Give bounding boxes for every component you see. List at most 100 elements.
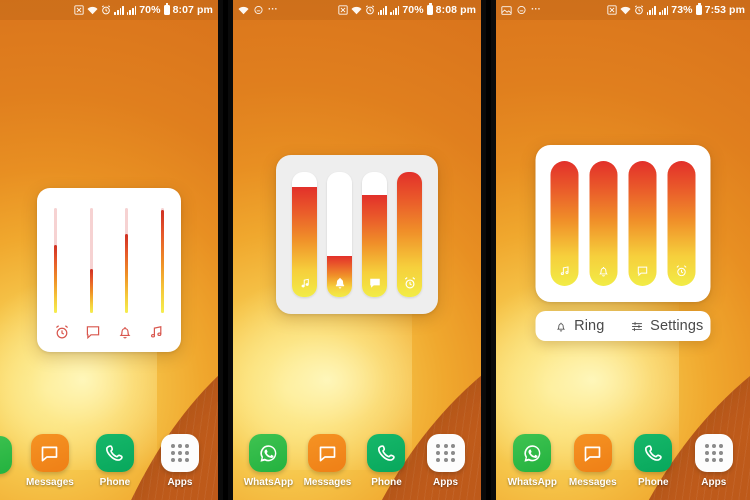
dock-app-apps[interactable]: Apps xyxy=(422,434,470,488)
apps-grid-icon xyxy=(160,434,199,472)
more-icon: ··· xyxy=(267,4,278,16)
dock-label: Apps xyxy=(433,477,458,488)
dock-1: Messages Phone Apps xyxy=(0,434,218,488)
bell-icon xyxy=(554,320,567,333)
alarm-clock-icon xyxy=(397,276,422,290)
dock-label: WhatsApp xyxy=(243,477,294,488)
status-bar-1: 70% 8:07 pm xyxy=(0,0,218,20)
battery-percent-2: 70% xyxy=(402,4,424,16)
volume-slider-notification[interactable] xyxy=(628,161,657,286)
volume-slider-ringtone[interactable] xyxy=(327,172,352,297)
signal-bars-sim2 xyxy=(126,5,137,15)
settings-button[interactable]: Settings xyxy=(623,318,711,334)
ring-button[interactable]: Ring xyxy=(536,318,624,334)
message-icon xyxy=(30,434,69,472)
screenshot-root: 70% 8:07 pm Messages Phone Apps ··· 70% … xyxy=(0,0,750,500)
volume-slider-notification[interactable] xyxy=(362,172,387,297)
clock-2: 8:08 pm xyxy=(435,4,477,16)
phone-screen-2: ··· 70% 8:08 pm WhatsApp Messages Phone … xyxy=(232,0,482,500)
apps-grid-icon xyxy=(694,434,733,472)
wifi-icon xyxy=(351,6,362,15)
wifi-icon xyxy=(87,6,99,15)
dock-app-apps[interactable]: Apps xyxy=(690,434,738,488)
dock-app-phone[interactable]: Phone xyxy=(362,434,410,488)
bell-icon[interactable] xyxy=(117,324,133,340)
volume-slider-ringtone[interactable] xyxy=(589,161,618,286)
dock-label: Phone xyxy=(371,477,402,488)
phone-icon xyxy=(634,434,673,472)
dock-label: WhatsApp xyxy=(507,477,558,488)
whatsapp-icon xyxy=(249,434,288,472)
alarm-icon xyxy=(365,5,375,15)
slider-icon-row-1 xyxy=(54,324,164,340)
volume-slider-alarm[interactable] xyxy=(667,161,696,286)
signal-bars-sim2 xyxy=(389,5,400,15)
volume-slider-music[interactable] xyxy=(550,161,579,286)
message-icon xyxy=(629,264,657,278)
message-icon xyxy=(362,276,387,290)
wifi-icon xyxy=(620,6,631,15)
alarm-clock-icon[interactable] xyxy=(54,324,70,340)
volume-panel-1[interactable] xyxy=(36,188,181,352)
dock-label: Phone xyxy=(99,477,131,488)
volume-card-2 xyxy=(276,155,438,314)
ring-label: Ring xyxy=(574,318,605,334)
clock-3: 7:53 pm xyxy=(704,4,746,16)
status-left-3: ··· xyxy=(501,5,606,15)
dock-label: Phone xyxy=(637,477,669,488)
bell-icon xyxy=(327,276,352,290)
bell-icon xyxy=(590,264,618,278)
volume-panel-2[interactable] xyxy=(276,155,438,314)
phone-screen-3: ··· 73% 7:53 pm Ring Settings WhatsApp M… xyxy=(496,0,750,500)
music-note-icon xyxy=(551,264,579,278)
dock-label: Apps xyxy=(167,477,193,488)
nfc-icon xyxy=(74,5,85,15)
cloud-icon xyxy=(253,5,264,15)
dock-app-messages[interactable]: Messages xyxy=(569,434,617,488)
panel-divider-1 xyxy=(222,0,228,500)
alarm-clock-icon xyxy=(668,264,696,278)
status-right-1: 70% 8:07 pm xyxy=(74,3,213,16)
slider-row-1 xyxy=(53,208,164,313)
dock-app-messages[interactable]: Messages xyxy=(303,434,351,488)
dock-3: WhatsApp Messages Phone Apps xyxy=(496,434,750,488)
slider-fill xyxy=(160,210,164,313)
dock-2: WhatsApp Messages Phone Apps xyxy=(233,434,481,488)
volume-slider-notification[interactable] xyxy=(125,208,129,313)
dock-app-phone[interactable]: Phone xyxy=(629,434,677,488)
status-right-2: 70% 8:08 pm xyxy=(337,3,477,16)
signal-bars-sim1 xyxy=(646,5,656,15)
volume-slider-music[interactable] xyxy=(292,172,317,297)
battery-icon-1 xyxy=(163,3,170,15)
alarm-icon xyxy=(101,5,111,15)
message-icon xyxy=(573,434,612,472)
phone-screen-1: 70% 8:07 pm Messages Phone Apps xyxy=(0,0,218,500)
volume-actions-bar: Ring Settings xyxy=(535,311,711,341)
dock-app-messages[interactable]: Messages xyxy=(26,434,74,488)
dock-app-whatsapp[interactable]: WhatsApp xyxy=(507,434,558,488)
phone-icon xyxy=(95,434,134,472)
music-note-icon[interactable] xyxy=(148,324,164,340)
message-icon[interactable] xyxy=(85,324,101,340)
dock-app-whatsapp[interactable]: WhatsApp xyxy=(243,434,294,488)
volume-panel-3[interactable]: Ring Settings xyxy=(535,145,711,341)
phone-icon xyxy=(367,434,406,472)
dock-app-apps[interactable]: Apps xyxy=(156,434,204,488)
volume-slider-alarm[interactable] xyxy=(397,172,422,297)
image-icon xyxy=(501,5,512,15)
volume-card-1 xyxy=(36,188,181,352)
settings-label: Settings xyxy=(650,318,704,334)
more-icon: ··· xyxy=(531,4,541,16)
volume-slider-media[interactable] xyxy=(89,208,93,313)
dock-label: Apps xyxy=(701,477,727,488)
dock-app-phone[interactable]: Phone xyxy=(91,434,139,488)
battery-percent-3: 73% xyxy=(671,4,693,16)
volume-slider-alarm[interactable] xyxy=(53,208,57,313)
dock-label: Messages xyxy=(303,477,352,488)
status-bar-3: ··· 73% 7:53 pm xyxy=(496,0,750,20)
panel-divider-2 xyxy=(486,0,492,500)
volume-card-3 xyxy=(535,145,711,302)
volume-slider-music[interactable] xyxy=(160,208,164,313)
message-icon xyxy=(308,434,347,472)
status-bar-2: ··· 70% 8:08 pm xyxy=(232,0,482,20)
